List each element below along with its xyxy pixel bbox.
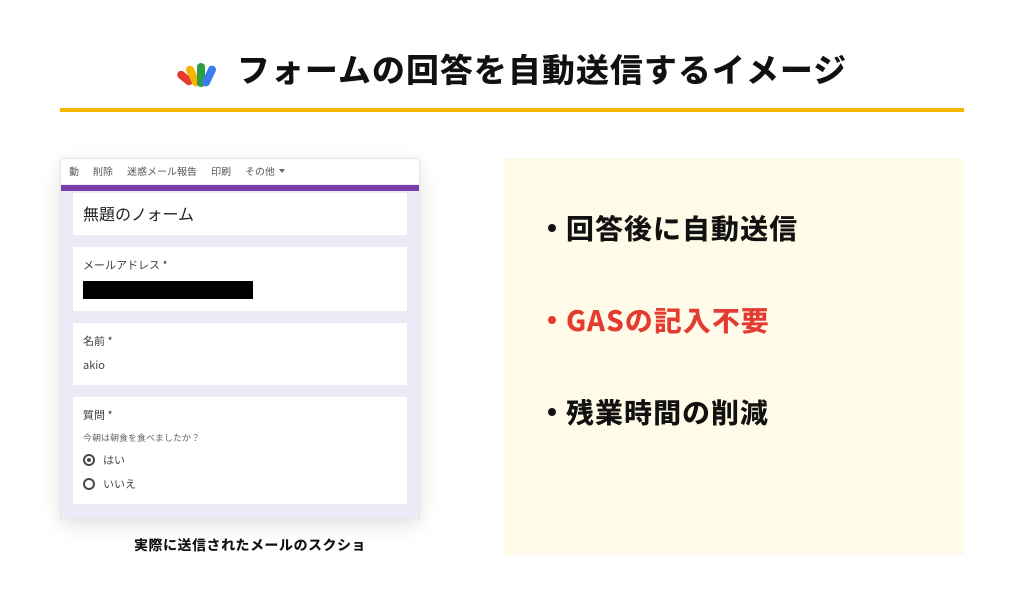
radio-yes-row: はい — [83, 452, 397, 468]
title-row: フォームの回答を自動送信するイメージ — [0, 44, 1024, 92]
radio-no — [83, 478, 95, 490]
question-subtext: 今朝は朝食を食べましたか？ — [83, 431, 397, 444]
email-body: 無題のノォーム メールアドレス * 名前 * akio 質問 * 今朝は朝食を食… — [61, 185, 419, 518]
form-title-card: 無題のノォーム — [73, 193, 407, 235]
toolbar-move: 動 — [69, 163, 79, 178]
toolbar-others: その他 — [245, 163, 285, 178]
email-label: メールアドレス * — [83, 257, 397, 273]
radio-yes — [83, 454, 95, 466]
benefit-item-2: GASの記入不要 — [548, 300, 934, 340]
toolbar-print: 印刷 — [211, 163, 231, 178]
benefit-item-2-text: GASの記入不要 — [566, 300, 770, 340]
name-label: 名前 * — [83, 333, 397, 349]
chevron-down-icon — [279, 169, 285, 173]
benefit-box: 回答後に自動送信 GASの記入不要 残業時間の削減 — [504, 158, 964, 555]
screenshot-column: 動 削除 迷惑メール報告 印刷 その他 無題のノォーム メールアドレス * — [60, 158, 440, 555]
radio-yes-label: はい — [103, 452, 125, 468]
page-title: フォームの回答を自動送信するイメージ — [237, 44, 847, 92]
redacted-email — [83, 281, 253, 299]
bullet-icon — [548, 224, 556, 232]
screenshot-caption: 実際に送信されたメールのスクショ — [60, 535, 440, 555]
benefit-item-3-text: 残業時間の削減 — [566, 392, 769, 432]
name-value: akio — [83, 357, 397, 373]
radio-no-row: いいえ — [83, 476, 397, 492]
form-title: 無題のノォーム — [83, 207, 194, 224]
apps-script-icon — [177, 49, 223, 87]
toolbar-others-label: その他 — [245, 163, 275, 178]
name-field-card: 名前 * akio — [73, 323, 407, 385]
content: 動 削除 迷惑メール報告 印刷 その他 無題のノォーム メールアドレス * — [0, 112, 1024, 555]
toolbar-spam: 迷惑メール報告 — [127, 163, 197, 178]
toolbar-delete: 削除 — [93, 163, 113, 178]
benefit-item-1: 回答後に自動送信 — [548, 208, 934, 248]
radio-no-label: いいえ — [103, 476, 136, 492]
email-screenshot: 動 削除 迷惑メール報告 印刷 その他 無題のノォーム メールアドレス * — [60, 158, 420, 519]
question-card: 質問 * 今朝は朝食を食べましたか？ はい いいえ — [73, 397, 407, 504]
email-toolbar: 動 削除 迷惑メール報告 印刷 その他 — [61, 159, 419, 185]
question-label: 質問 * — [83, 407, 397, 423]
benefit-item-1-text: 回答後に自動送信 — [566, 208, 798, 248]
benefit-item-3: 残業時間の削減 — [548, 392, 934, 432]
email-field-card: メールアドレス * — [73, 247, 407, 311]
benefit-list: 回答後に自動送信 GASの記入不要 残業時間の削減 — [548, 208, 934, 432]
bullet-icon — [548, 408, 556, 416]
bullet-icon — [548, 316, 556, 324]
